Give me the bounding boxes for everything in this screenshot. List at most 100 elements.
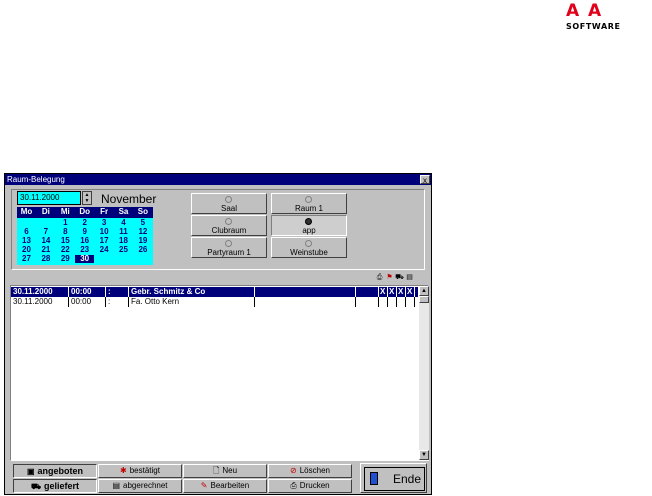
window-titlebar[interactable]: Raum-Belegung x	[5, 174, 431, 185]
calendar-day[interactable]: 19	[133, 237, 152, 245]
filter-delivered-button[interactable]: ⛟ geliefert	[13, 479, 97, 493]
new-button[interactable]: 🗋 Neu	[183, 464, 267, 478]
exit-button[interactable]: Ende	[360, 463, 427, 493]
calendar-day[interactable]: 15	[56, 237, 75, 245]
new-label: Neu	[222, 466, 238, 475]
document-icon: ▤	[406, 274, 413, 281]
flag-icon: ⚑	[386, 274, 393, 281]
room-button[interactable]: app	[271, 215, 347, 236]
logo-letter-left: A	[566, 1, 580, 21]
room-button[interactable]: Raum 1	[271, 193, 347, 214]
calendar-day[interactable]: 6	[17, 228, 36, 236]
calendar-day[interactable]: 17	[95, 237, 114, 245]
table-cell	[356, 287, 379, 297]
filter-offered-button[interactable]: ▣ angeboten	[13, 464, 97, 478]
calendar-day[interactable]: 27	[17, 255, 36, 263]
table-cell: Fa. Otto Kern	[129, 297, 255, 307]
room-indicator-icon	[225, 196, 232, 203]
calendar-day[interactable]: 13	[17, 237, 36, 245]
calendar-day[interactable]: 1	[56, 219, 75, 227]
edit-button[interactable]: ✎ Bearbeiten	[183, 479, 267, 493]
calendar-day[interactable]: 29	[56, 255, 75, 263]
month-label: November	[101, 192, 157, 206]
calendar-day[interactable]: 18	[114, 237, 133, 245]
room-button[interactable]: Clubraum	[191, 215, 267, 236]
calendar-day[interactable]: 7	[36, 228, 55, 236]
scroll-thumb[interactable]	[419, 296, 429, 303]
weekday-label: Sa	[118, 207, 129, 216]
stamp-icon: ✱	[120, 466, 127, 475]
table-cell: Gebr. Schmitz & Co	[129, 287, 255, 297]
calendar-day[interactable]: 24	[95, 246, 114, 254]
table-cell	[397, 297, 406, 307]
room-label: Saal	[220, 204, 237, 213]
table-cell: :	[106, 297, 129, 307]
printer-icon: ⎙	[376, 274, 383, 281]
spin-down-icon[interactable]: ▼	[83, 198, 91, 204]
calendar-day[interactable]: 10	[95, 228, 114, 236]
calendar-day[interactable]: 20	[17, 246, 36, 254]
table-cell: 30.11.2000	[11, 287, 69, 297]
filter-confirmed-label: bestätigt	[129, 466, 160, 475]
calendar-day[interactable]: 8	[56, 228, 75, 236]
calendar-day[interactable]: 3	[95, 219, 114, 227]
weekday-label: Mo	[20, 207, 33, 216]
calendar-day[interactable]: 14	[36, 237, 55, 245]
room-button[interactable]: Partyraum 1	[191, 237, 267, 258]
list-scrollbar[interactable]: ▲ ▼	[419, 286, 429, 460]
scroll-down-button[interactable]: ▼	[419, 450, 429, 460]
printer-icon: ⎙	[290, 481, 297, 490]
weekday-label: So	[137, 207, 148, 216]
weekday-label: Mi	[60, 207, 70, 216]
calendar-day[interactable]: 22	[56, 246, 75, 254]
date-input[interactable]: 30.11.2000	[17, 191, 81, 205]
table-cell	[255, 297, 356, 307]
booking-list: 30.11.2000 00:00: Gebr. Schmitz & Co X X X X 30…	[10, 285, 429, 461]
table-row[interactable]: 30.11.2000 00:00: Gebr. Schmitz & Co X X X X	[11, 287, 418, 297]
calendar-day[interactable]: 28	[36, 255, 55, 263]
filter-confirmed-button[interactable]: ✱ bestätigt	[98, 464, 182, 478]
table-row[interactable]: 30.11.2000 00:00: Fa. Otto Kern	[11, 297, 418, 307]
calendar-day[interactable]: 4	[114, 219, 133, 227]
calendar-day[interactable]: 21	[36, 246, 55, 254]
exit-label: Ende	[393, 472, 422, 486]
print-button[interactable]: ⎙ Drucken	[268, 479, 352, 493]
calendar-day[interactable]: 12	[133, 228, 152, 236]
date-spinner[interactable]: ▲ ▼	[82, 191, 92, 205]
edit-icon: ✎	[200, 481, 208, 490]
table-cell: X	[406, 287, 415, 297]
delete-label: Löschen	[299, 466, 330, 475]
table-cell: 00:00	[69, 297, 106, 307]
calendar-day[interactable]: 2	[75, 219, 94, 227]
table-cell: :	[106, 287, 129, 297]
calendar-day[interactable]: 26	[133, 246, 152, 254]
scroll-up-button[interactable]: ▲	[419, 286, 429, 296]
filter-billed-button[interactable]: ▤ abgerechnet	[98, 479, 182, 493]
delete-button[interactable]: ⊘ Löschen	[268, 464, 352, 478]
room-button[interactable]: Saal	[191, 193, 267, 214]
calendar-day[interactable]: 16	[75, 237, 94, 245]
room-label: app	[302, 226, 316, 235]
edit-label: Bearbeiten	[210, 481, 250, 490]
calendar-weekday-header: Mo Di Mi Do Fr Sa So	[17, 207, 153, 217]
weekday-label: Fr	[100, 207, 109, 216]
calendar-day[interactable]: 5	[133, 219, 152, 227]
calendar-day[interactable]: 25	[114, 246, 133, 254]
calendar-grid[interactable]: Mo Di Mi Do Fr Sa So 1 2 3 4 5 6 7 8 9 10 11 12 13 14 15 16 17…	[17, 207, 153, 265]
calendar-day[interactable]: 9	[75, 228, 94, 236]
table-cell: 00:00	[69, 287, 106, 297]
calendar-day[interactable]: 30	[75, 255, 95, 263]
filter-delivered-label: geliefert	[44, 481, 80, 491]
calendar-day[interactable]: 23	[75, 246, 94, 254]
room-label: Weinstube	[290, 248, 328, 257]
no-entry-icon: ⊘	[290, 466, 297, 475]
weekday-label: Do	[79, 207, 91, 216]
room-button[interactable]: Weinstube	[271, 237, 347, 258]
room-label: Partyraum 1	[207, 248, 251, 257]
table-cell: 30.11.2000	[11, 297, 69, 307]
new-document-icon: 🗋	[212, 466, 220, 475]
window-close-button[interactable]: x	[420, 175, 430, 185]
calendar-day[interactable]: 11	[114, 228, 133, 236]
filter-offered-label: angeboten	[37, 466, 84, 476]
truck-icon: ⛟	[30, 482, 42, 491]
